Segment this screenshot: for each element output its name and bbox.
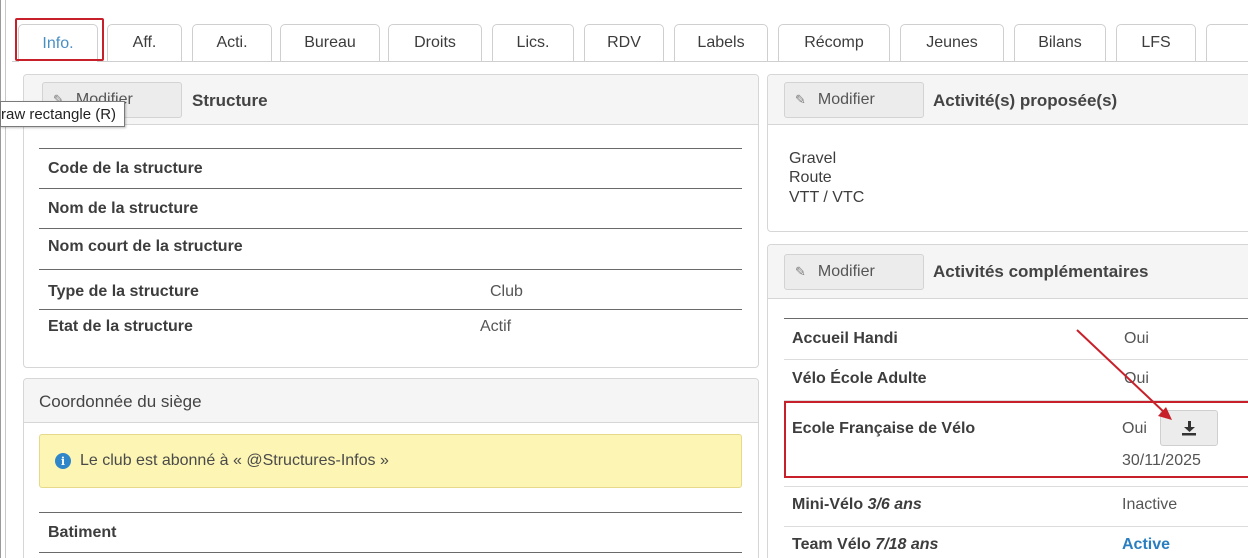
arrow-annotation bbox=[1076, 329, 1172, 420]
